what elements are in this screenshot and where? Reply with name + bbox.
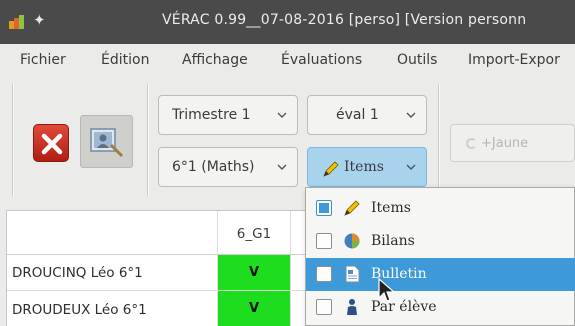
app-icon[interactable] — [8, 13, 26, 31]
view-dropdown-menu: Items Bilans Bulletin Par élève — [305, 187, 575, 326]
jaune-button-label: +Jaune — [481, 136, 529, 151]
chevron-down-icon — [277, 164, 287, 170]
column-divider — [290, 211, 291, 326]
close-button[interactable] — [33, 124, 69, 162]
pin-icon[interactable]: ✦ — [33, 11, 46, 29]
photo-button[interactable] — [80, 115, 133, 168]
eval-select-value: éval 1 — [336, 107, 379, 123]
view-select[interactable]: Items — [307, 147, 427, 187]
dropdown-item-label: Items — [371, 200, 411, 216]
person-icon — [347, 299, 357, 315]
title-bar: ✦ VÉRAC 0.99__07-08-2016 [perso] [Versio… — [0, 0, 575, 44]
table-cell[interactable]: V — [218, 255, 290, 290]
dropdown-item-bilans[interactable]: Bilans — [306, 225, 575, 258]
dropdown-item-items[interactable]: Items — [306, 192, 575, 225]
toolbar-separator — [147, 84, 149, 196]
class-select[interactable]: 6°1 (Maths) — [158, 147, 298, 187]
checkbox[interactable] — [316, 200, 332, 216]
dropdown-item-par-eleve[interactable]: Par élève — [306, 291, 575, 324]
jaune-button[interactable]: +Jaune — [450, 124, 575, 162]
dropdown-item-bulletin[interactable]: Bulletin — [306, 258, 575, 291]
menu-bar: Fichier Édition Affichage Évaluations Ou… — [0, 44, 575, 76]
spinner-icon — [466, 138, 477, 149]
menu-fichier[interactable]: Fichier — [20, 52, 66, 68]
class-select-value: 6°1 (Maths) — [172, 159, 255, 175]
pie-chart-icon — [344, 233, 360, 249]
eval-select[interactable]: éval 1 — [307, 95, 427, 135]
toolbar-separator — [438, 84, 440, 196]
close-icon — [41, 133, 63, 155]
photo-icon — [90, 128, 124, 158]
pencil-icon — [344, 200, 360, 216]
checkbox[interactable] — [316, 233, 332, 249]
chevron-down-icon — [406, 112, 416, 118]
menu-affichage[interactable]: Affichage — [182, 52, 248, 68]
checkbox[interactable] — [316, 266, 332, 282]
period-select[interactable]: Trimestre 1 — [158, 95, 298, 135]
period-select-value: Trimestre 1 — [172, 107, 251, 123]
mouse-cursor-icon — [378, 278, 396, 302]
menu-import-export[interactable]: Import-Expor — [468, 52, 560, 68]
view-select-value: Items — [344, 159, 384, 175]
menu-edition[interactable]: Édition — [101, 52, 149, 68]
checkbox[interactable] — [316, 299, 332, 315]
chevron-down-icon — [406, 164, 416, 170]
window-title: VÉRAC 0.99__07-08-2016 [perso] [Version … — [162, 12, 527, 28]
menu-evaluations[interactable]: Évaluations — [281, 52, 362, 68]
document-icon — [345, 265, 360, 283]
toolbar-separator — [12, 84, 14, 196]
column-header[interactable]: 6_G1 — [218, 226, 290, 242]
table-cell[interactable]: V — [218, 291, 290, 326]
chevron-down-icon — [277, 112, 287, 118]
dropdown-item-label: Bilans — [371, 233, 415, 249]
pencil-icon — [323, 161, 339, 177]
menu-outils[interactable]: Outils — [397, 52, 437, 68]
student-name[interactable]: DROUCINQ Léo 6°1 — [12, 265, 143, 281]
student-name[interactable]: DROUDEUX Léo 6°1 — [12, 302, 147, 318]
